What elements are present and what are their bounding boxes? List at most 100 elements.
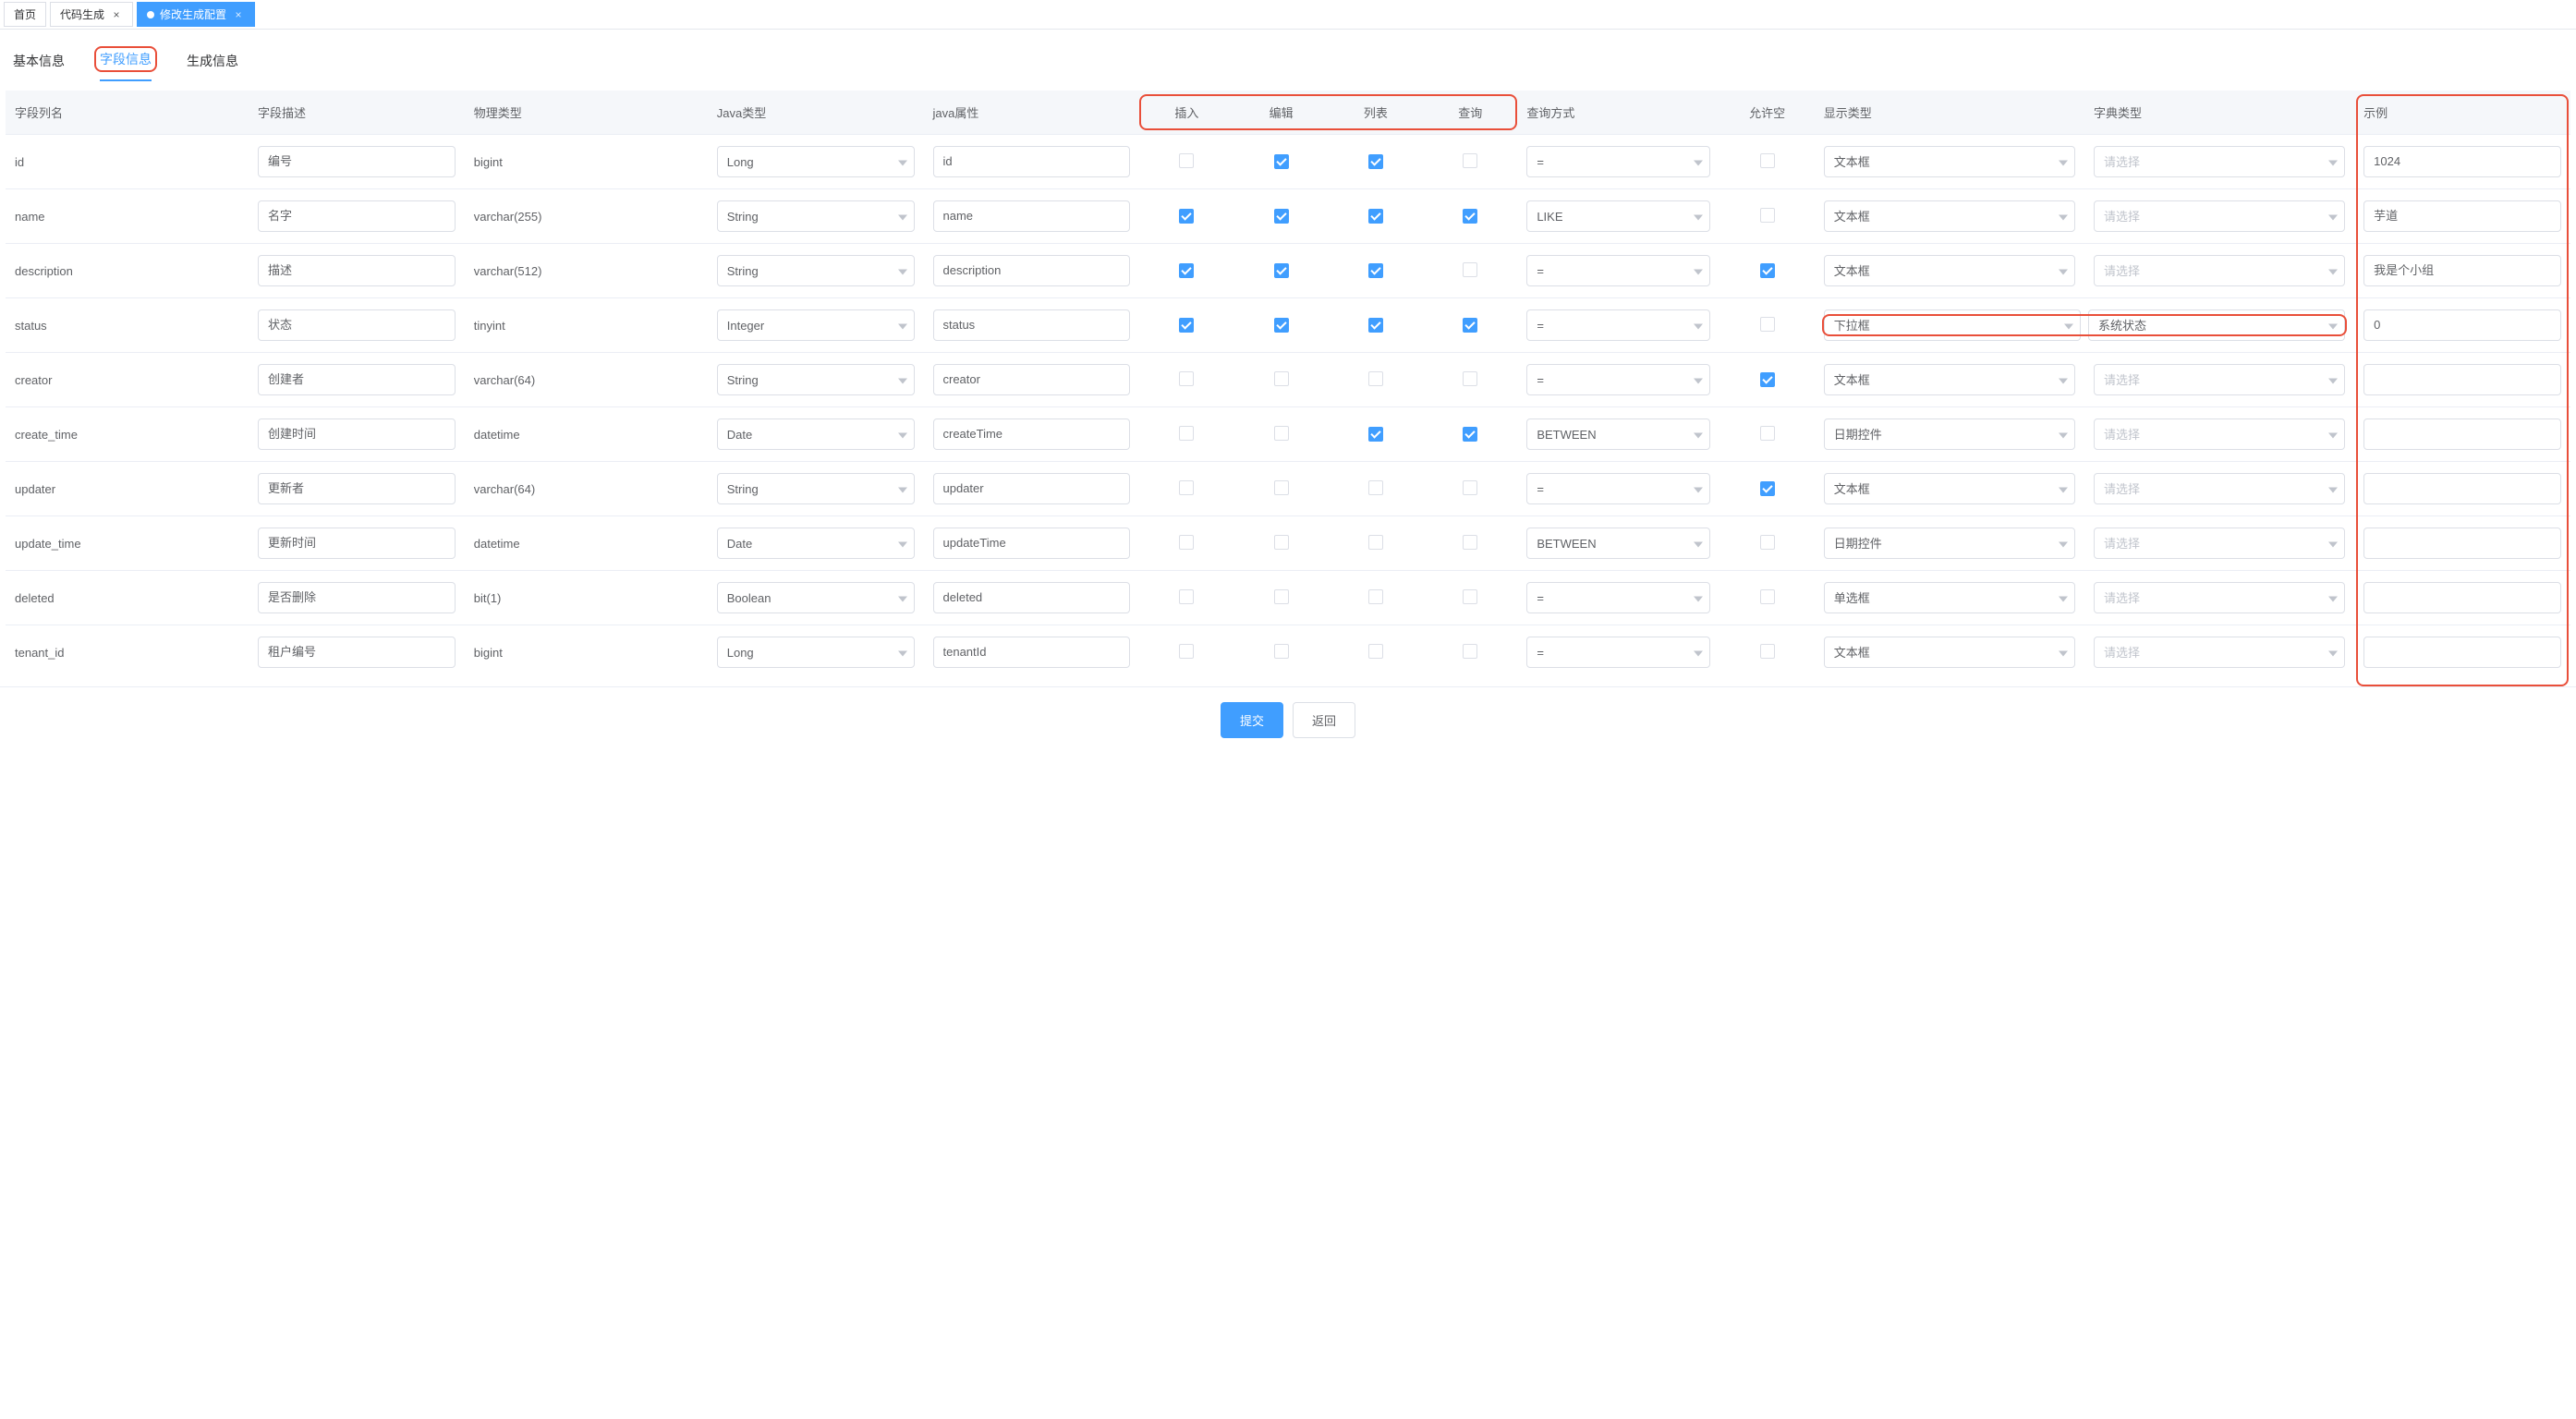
edit-checkbox[interactable] bbox=[1274, 589, 1289, 604]
back-button[interactable]: 返回 bbox=[1293, 702, 1355, 738]
query-checkbox[interactable] bbox=[1463, 262, 1477, 277]
edit-checkbox[interactable] bbox=[1274, 154, 1289, 169]
subtab-gen[interactable]: 生成信息 bbox=[185, 46, 240, 81]
allow-null-checkbox[interactable] bbox=[1760, 535, 1775, 550]
close-icon[interactable]: × bbox=[110, 8, 123, 21]
java-prop-input[interactable] bbox=[933, 309, 1131, 341]
tab-home[interactable]: 首页 bbox=[4, 2, 46, 27]
dict-type-select[interactable]: 系统状态 bbox=[2088, 309, 2345, 341]
edit-checkbox[interactable] bbox=[1274, 209, 1289, 224]
java-type-select[interactable]: Long bbox=[717, 637, 915, 668]
query-checkbox[interactable] bbox=[1463, 644, 1477, 659]
example-input[interactable] bbox=[2363, 473, 2561, 504]
col-desc-input[interactable] bbox=[258, 528, 456, 559]
java-prop-input[interactable] bbox=[933, 255, 1131, 286]
tab-code-gen[interactable]: 代码生成 × bbox=[50, 2, 133, 27]
example-input[interactable] bbox=[2363, 528, 2561, 559]
query-type-select[interactable]: = bbox=[1526, 582, 1710, 613]
col-desc-input[interactable] bbox=[258, 309, 456, 341]
insert-checkbox[interactable] bbox=[1179, 371, 1194, 386]
edit-checkbox[interactable] bbox=[1274, 535, 1289, 550]
java-prop-input[interactable] bbox=[933, 582, 1131, 613]
java-type-select[interactable]: Date bbox=[717, 528, 915, 559]
insert-checkbox[interactable] bbox=[1179, 426, 1194, 441]
col-desc-input[interactable] bbox=[258, 473, 456, 504]
example-input[interactable] bbox=[2363, 637, 2561, 668]
dict-type-select[interactable]: 请选择 bbox=[2094, 582, 2345, 613]
display-type-select[interactable]: 文本框 bbox=[1824, 200, 2075, 232]
edit-checkbox[interactable] bbox=[1274, 426, 1289, 441]
example-input[interactable] bbox=[2363, 200, 2561, 232]
list-checkbox[interactable] bbox=[1368, 371, 1383, 386]
dict-type-select[interactable]: 请选择 bbox=[2094, 528, 2345, 559]
java-prop-input[interactable] bbox=[933, 418, 1131, 450]
allow-null-checkbox[interactable] bbox=[1760, 426, 1775, 441]
col-desc-input[interactable] bbox=[258, 364, 456, 395]
tab-edit-gen-config[interactable]: 修改生成配置 × bbox=[137, 2, 255, 27]
query-type-select[interactable]: = bbox=[1526, 364, 1710, 395]
dict-type-select[interactable]: 请选择 bbox=[2094, 200, 2345, 232]
java-prop-input[interactable] bbox=[933, 146, 1131, 177]
insert-checkbox[interactable] bbox=[1179, 153, 1194, 168]
dict-type-select[interactable]: 请选择 bbox=[2094, 255, 2345, 286]
allow-null-checkbox[interactable] bbox=[1760, 153, 1775, 168]
submit-button[interactable]: 提交 bbox=[1221, 702, 1283, 738]
java-prop-input[interactable] bbox=[933, 364, 1131, 395]
java-type-select[interactable]: String bbox=[717, 255, 915, 286]
insert-checkbox[interactable] bbox=[1179, 480, 1194, 495]
java-prop-input[interactable] bbox=[933, 473, 1131, 504]
example-input[interactable] bbox=[2363, 255, 2561, 286]
display-type-select[interactable]: 文本框 bbox=[1824, 364, 2075, 395]
allow-null-checkbox[interactable] bbox=[1760, 263, 1775, 278]
edit-checkbox[interactable] bbox=[1274, 480, 1289, 495]
list-checkbox[interactable] bbox=[1368, 589, 1383, 604]
list-checkbox[interactable] bbox=[1368, 644, 1383, 659]
query-type-select[interactable]: BETWEEN bbox=[1526, 528, 1710, 559]
dict-type-select[interactable]: 请选择 bbox=[2094, 418, 2345, 450]
display-type-select[interactable]: 文本框 bbox=[1824, 146, 2075, 177]
query-checkbox[interactable] bbox=[1463, 535, 1477, 550]
query-checkbox[interactable] bbox=[1463, 318, 1477, 333]
example-input[interactable] bbox=[2363, 309, 2561, 341]
query-checkbox[interactable] bbox=[1463, 589, 1477, 604]
dict-type-select[interactable]: 请选择 bbox=[2094, 364, 2345, 395]
query-type-select[interactable]: BETWEEN bbox=[1526, 418, 1710, 450]
subtab-fields[interactable]: 字段信息 bbox=[100, 46, 152, 81]
query-type-select[interactable]: LIKE bbox=[1526, 200, 1710, 232]
example-input[interactable] bbox=[2363, 364, 2561, 395]
dict-type-select[interactable]: 请选择 bbox=[2094, 637, 2345, 668]
edit-checkbox[interactable] bbox=[1274, 263, 1289, 278]
example-input[interactable] bbox=[2363, 582, 2561, 613]
java-type-select[interactable]: Date bbox=[717, 418, 915, 450]
allow-null-checkbox[interactable] bbox=[1760, 317, 1775, 332]
dict-type-select[interactable]: 请选择 bbox=[2094, 473, 2345, 504]
java-type-select[interactable]: Long bbox=[717, 146, 915, 177]
insert-checkbox[interactable] bbox=[1179, 263, 1194, 278]
display-type-select[interactable]: 日期控件 bbox=[1824, 418, 2075, 450]
query-type-select[interactable]: = bbox=[1526, 637, 1710, 668]
query-type-select[interactable]: = bbox=[1526, 473, 1710, 504]
java-type-select[interactable]: Boolean bbox=[717, 582, 915, 613]
query-checkbox[interactable] bbox=[1463, 480, 1477, 495]
list-checkbox[interactable] bbox=[1368, 480, 1383, 495]
display-type-select[interactable]: 日期控件 bbox=[1824, 528, 2075, 559]
java-type-select[interactable]: String bbox=[717, 364, 915, 395]
list-checkbox[interactable] bbox=[1368, 427, 1383, 442]
subtab-basic[interactable]: 基本信息 bbox=[11, 46, 67, 81]
insert-checkbox[interactable] bbox=[1179, 535, 1194, 550]
allow-null-checkbox[interactable] bbox=[1760, 589, 1775, 604]
insert-checkbox[interactable] bbox=[1179, 589, 1194, 604]
java-type-select[interactable]: String bbox=[717, 473, 915, 504]
query-checkbox[interactable] bbox=[1463, 371, 1477, 386]
list-checkbox[interactable] bbox=[1368, 154, 1383, 169]
col-desc-input[interactable] bbox=[258, 146, 456, 177]
java-prop-input[interactable] bbox=[933, 200, 1131, 232]
display-type-select[interactable]: 文本框 bbox=[1824, 473, 2075, 504]
edit-checkbox[interactable] bbox=[1274, 371, 1289, 386]
list-checkbox[interactable] bbox=[1368, 263, 1383, 278]
col-desc-input[interactable] bbox=[258, 418, 456, 450]
example-input[interactable] bbox=[2363, 146, 2561, 177]
insert-checkbox[interactable] bbox=[1179, 209, 1194, 224]
query-type-select[interactable]: = bbox=[1526, 309, 1710, 341]
edit-checkbox[interactable] bbox=[1274, 318, 1289, 333]
